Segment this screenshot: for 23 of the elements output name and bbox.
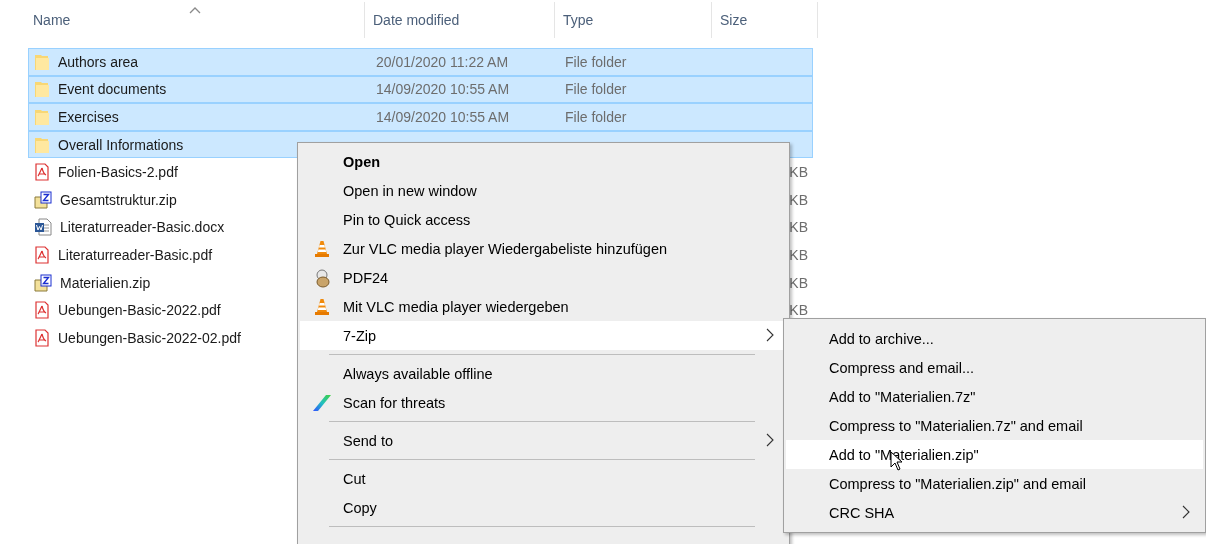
file-size: KB — [789, 164, 808, 181]
file-name: Folien-Basics-2.pdf — [58, 164, 178, 181]
file-size: KB — [789, 302, 808, 319]
file-name: Uebungen-Basic-2022.pdf — [58, 302, 221, 319]
file-name: Overall Informations — [58, 136, 184, 153]
file-size: KB — [789, 219, 808, 236]
file-name: Literaturreader-Basic.pdf — [58, 246, 213, 263]
file-name: Uebungen-Basic-2022-02.pdf — [58, 329, 241, 346]
file-type: File folder — [565, 109, 627, 125]
file-size: KB — [789, 191, 808, 208]
file-type: File folder — [565, 81, 627, 98]
date-modified: 14/09/2020 10:55 AM — [376, 81, 510, 98]
file-name: Exercises — [58, 109, 119, 125]
file-name: Gesamtstruktur.zip — [60, 191, 177, 208]
file-name: Literaturreader-Basic.docx — [60, 219, 225, 236]
file-type: File folder — [565, 53, 627, 70]
file-size: KB — [789, 274, 808, 291]
date-modified: 20/01/2020 11:22 AM — [376, 53, 509, 70]
date-modified: 14/09/2020 10:55 AM — [376, 109, 510, 125]
file-name: Authors area — [58, 53, 139, 70]
file-size: KB — [789, 246, 808, 263]
file-name: Event documents — [58, 81, 167, 98]
file-name: Materialien.zip — [60, 274, 151, 291]
